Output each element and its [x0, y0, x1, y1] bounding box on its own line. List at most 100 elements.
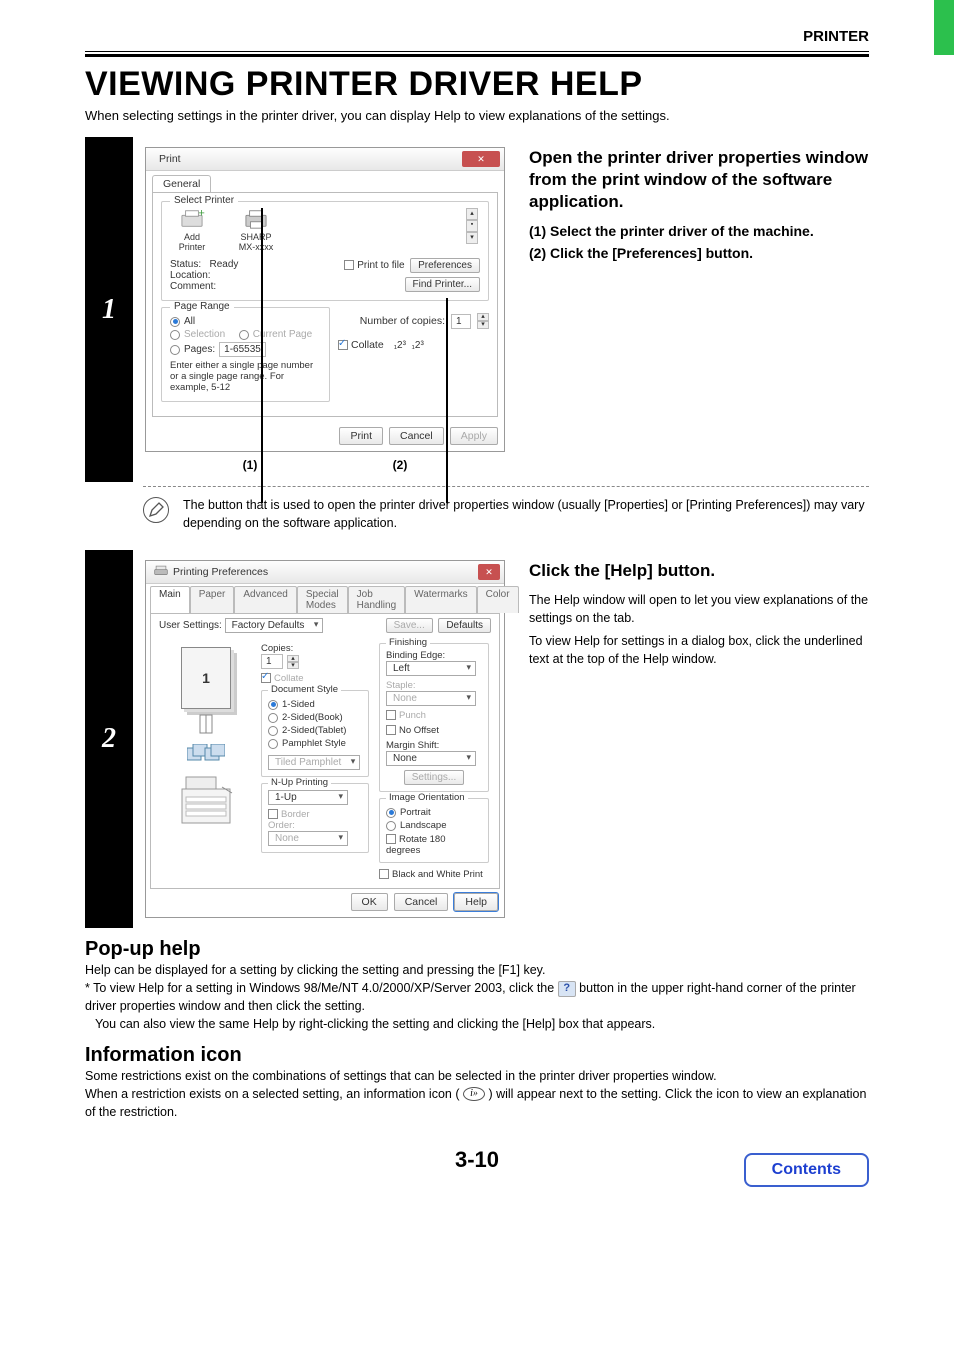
spinner-up-icon[interactable]: ▴	[287, 655, 299, 662]
collate-checkbox[interactable]	[338, 340, 348, 350]
select-printer-legend: Select Printer	[170, 195, 238, 206]
question-help-icon: ?	[558, 981, 576, 997]
punch-checkbox[interactable]	[386, 710, 396, 720]
radio-current[interactable]	[239, 330, 249, 340]
step1-heading: Open the printer driver properties windo…	[529, 147, 869, 213]
label-2book: 2-Sided(Book)	[282, 712, 343, 723]
border-checkbox[interactable]	[268, 809, 278, 819]
help-button[interactable]: Help	[454, 893, 498, 911]
radio-selection-label: Selection	[184, 329, 225, 340]
spinner-down-icon[interactable]: ▾	[287, 662, 299, 669]
svg-text:+: +	[198, 208, 204, 219]
spinner-down-icon[interactable]: ▾	[477, 321, 489, 329]
tab-job[interactable]: Job Handling	[348, 586, 405, 613]
radio-2book[interactable]	[268, 713, 278, 723]
info-icon: i»	[463, 1087, 485, 1101]
preferences-button[interactable]: Preferences	[410, 258, 480, 273]
nup-preview-icon	[161, 744, 251, 765]
radio-landscape[interactable]	[386, 821, 396, 831]
radio-1sided[interactable]	[268, 700, 278, 710]
staple-label: Staple:	[386, 680, 482, 691]
spinner-up-icon[interactable]: ▴	[477, 313, 489, 321]
page-range-legend: Page Range	[170, 301, 234, 312]
collate-icon: ₁2³ ₁2³	[394, 340, 424, 351]
defaults-button[interactable]: Defaults	[438, 618, 491, 633]
radio-pamphlet[interactable]	[268, 739, 278, 749]
rotate-checkbox[interactable]	[386, 834, 396, 844]
radio-all-label: All	[184, 316, 195, 327]
punch-label: Punch	[399, 710, 426, 721]
radio-portrait[interactable]	[386, 808, 396, 818]
margin-shift-label: Margin Shift:	[386, 740, 482, 751]
scroll-up-icon[interactable]: ▴	[466, 208, 478, 220]
print-to-file-checkbox[interactable]	[344, 260, 354, 270]
print-dialog: Print ✕ General Select Printer + Add Pri…	[145, 147, 505, 452]
copies-input[interactable]: 1	[261, 654, 283, 669]
tab-watermarks[interactable]: Watermarks	[405, 586, 477, 613]
order-label: Order:	[268, 820, 362, 831]
print-to-file-label: Print to file	[357, 260, 404, 271]
tab-paper[interactable]: Paper	[190, 586, 235, 613]
comment-label: Comment:	[170, 281, 238, 292]
binding-label: Binding Edge:	[386, 650, 482, 661]
radio-all[interactable]	[170, 317, 180, 327]
apply-button[interactable]: Apply	[450, 427, 498, 445]
dialog-title: Print	[159, 153, 181, 165]
bw-checkbox[interactable]	[379, 869, 389, 879]
tab-special[interactable]: Special Modes	[297, 586, 348, 613]
margin-shift-combo[interactable]: None	[386, 751, 476, 766]
find-printer-button[interactable]: Find Printer...	[405, 277, 480, 292]
doc-style-legend: Document Style	[268, 684, 341, 695]
tab-general[interactable]: General	[152, 175, 211, 192]
tab-advanced[interactable]: Advanced	[234, 586, 296, 613]
no-offset-checkbox[interactable]	[386, 725, 396, 735]
nup-combo[interactable]: 1-Up	[268, 790, 348, 805]
scroll-down-icon[interactable]: ▾	[466, 232, 478, 244]
radio-selection[interactable]	[170, 330, 180, 340]
step-number: 2	[85, 550, 133, 928]
step-2: 2 Printing Preferences ✕ Main	[85, 550, 869, 928]
copies-label: Number of copies:	[360, 315, 445, 327]
dashed-separator	[143, 486, 869, 487]
binding-combo[interactable]: Left	[386, 661, 476, 676]
step2-p1: The Help window will open to let you vie…	[529, 592, 869, 627]
orientation-legend: Image Orientation	[386, 792, 468, 803]
info-line2: When a restriction exists on a selected …	[85, 1085, 869, 1121]
step1-sub1: (1) Select the printer driver of the mac…	[529, 223, 869, 239]
save-button[interactable]: Save...	[386, 618, 433, 633]
ok-button[interactable]: OK	[351, 893, 388, 911]
print-button[interactable]: Print	[339, 427, 383, 445]
nup-legend: N-Up Printing	[268, 777, 331, 788]
cancel-button[interactable]: Cancel	[394, 893, 449, 911]
staple-combo[interactable]: None	[386, 691, 476, 706]
radio-pages[interactable]	[170, 345, 180, 355]
settings-button[interactable]: Settings...	[404, 770, 464, 785]
tab-main[interactable]: Main	[150, 586, 190, 613]
printer-item[interactable]: SHARP MX-xxxx	[234, 208, 278, 252]
tab-color[interactable]: Color	[477, 586, 519, 613]
copies-input[interactable]: 1	[451, 314, 471, 329]
close-icon[interactable]: ✕	[462, 151, 500, 167]
contents-button[interactable]: Contents	[744, 1153, 869, 1187]
status-label: Status:	[170, 259, 201, 270]
pages-input[interactable]: 1-65535	[219, 342, 266, 357]
dialog-title: Printing Preferences	[173, 566, 268, 578]
tab-marker	[934, 0, 954, 55]
info-icon-heading: Information icon	[85, 1044, 869, 1067]
collate-checkbox[interactable]	[261, 673, 271, 683]
printer-icon	[154, 565, 168, 580]
pencil-note-icon	[143, 497, 169, 523]
add-printer-item[interactable]: + Add Printer	[170, 208, 214, 252]
close-icon[interactable]: ✕	[478, 564, 500, 580]
callout-1: (1)	[243, 458, 258, 472]
cancel-button[interactable]: Cancel	[389, 427, 444, 445]
bw-label: Black and White Print	[392, 869, 483, 880]
tiled-pamphlet-combo[interactable]: Tiled Pamphlet	[268, 755, 360, 770]
pages-hint: Enter either a single page number or a s…	[170, 360, 321, 393]
user-settings-combo[interactable]: Factory Defaults	[225, 618, 324, 633]
order-combo[interactable]: None	[268, 831, 348, 846]
copies-label: Copies:	[261, 643, 369, 654]
radio-2tablet[interactable]	[268, 726, 278, 736]
scroll-handle[interactable]: ▪	[466, 220, 478, 232]
label-2tablet: 2-Sided(Tablet)	[282, 725, 346, 736]
